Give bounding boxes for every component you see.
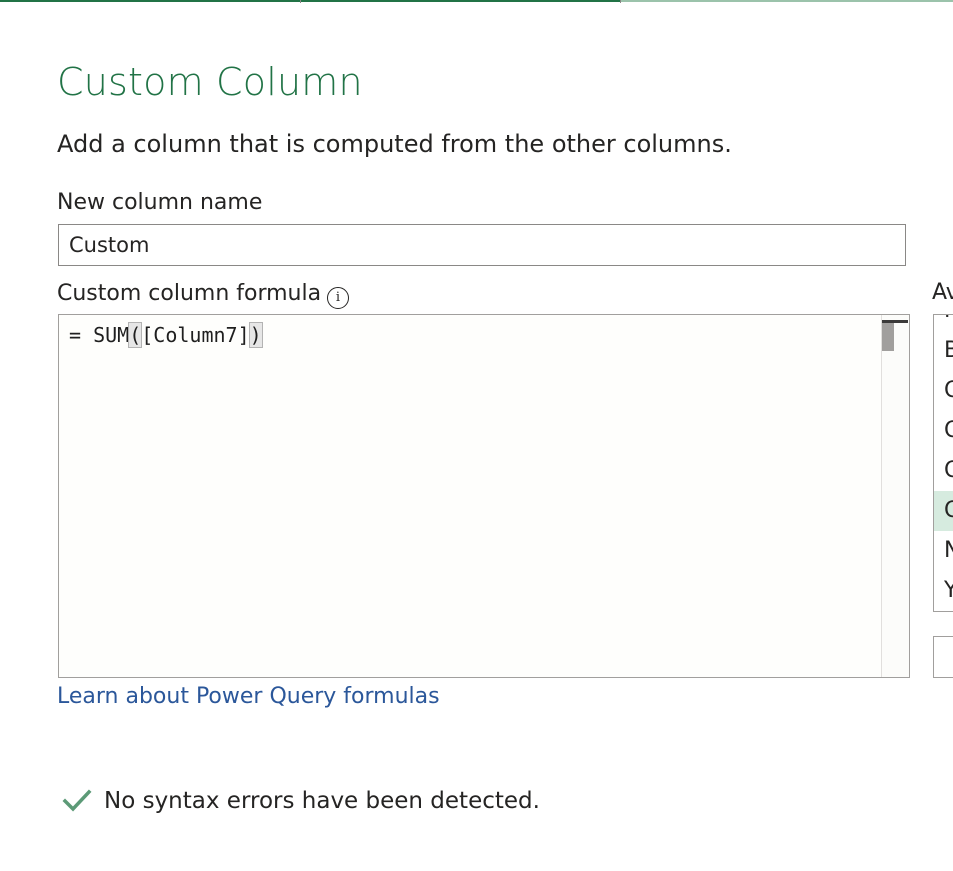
available-column-item[interactable]: C [934, 491, 953, 531]
dialog-title: Custom Column [57, 60, 363, 104]
tab-divider [620, 0, 621, 3]
new-column-name-input[interactable] [58, 224, 906, 266]
scrollbar-thumb[interactable] [882, 323, 894, 351]
available-column-item[interactable]: C [934, 411, 953, 451]
available-column-item[interactable]: Y [934, 571, 953, 611]
formula-argument: [Column7] [141, 323, 250, 347]
available-column-item[interactable]: N [934, 315, 953, 331]
info-icon[interactable]: i [327, 287, 349, 309]
new-column-name-label: New column name [57, 190, 263, 215]
available-column-item[interactable]: N [934, 531, 953, 571]
learn-formulas-link[interactable]: Learn about Power Query formulas [57, 684, 440, 709]
formula-text[interactable]: = SUM([Column7]) [69, 322, 263, 348]
formula-prefix: = SUM [69, 323, 130, 347]
formula-editor[interactable]: = SUM([Column7]) [58, 314, 910, 678]
available-column-item[interactable]: C [934, 371, 953, 411]
active-tab-indicator [621, 0, 953, 2]
available-column-item[interactable]: B [934, 331, 953, 371]
available-columns-label: Av [932, 280, 953, 305]
formula-scrollbar[interactable] [881, 315, 909, 677]
syntax-status-text: No syntax errors have been detected. [104, 788, 540, 814]
available-column-item[interactable]: C [934, 451, 953, 491]
dialog-description: Add a column that is computed from the o… [57, 130, 732, 158]
formula-label: Custom column formula [57, 281, 322, 306]
formula-open-paren: ( [128, 322, 143, 348]
check-icon [62, 789, 92, 812]
insert-button[interactable] [933, 636, 953, 678]
formula-close-paren: ) [248, 322, 263, 348]
available-columns-list[interactable]: NBCCCCNY [933, 314, 953, 612]
tab-divider [300, 0, 301, 3]
